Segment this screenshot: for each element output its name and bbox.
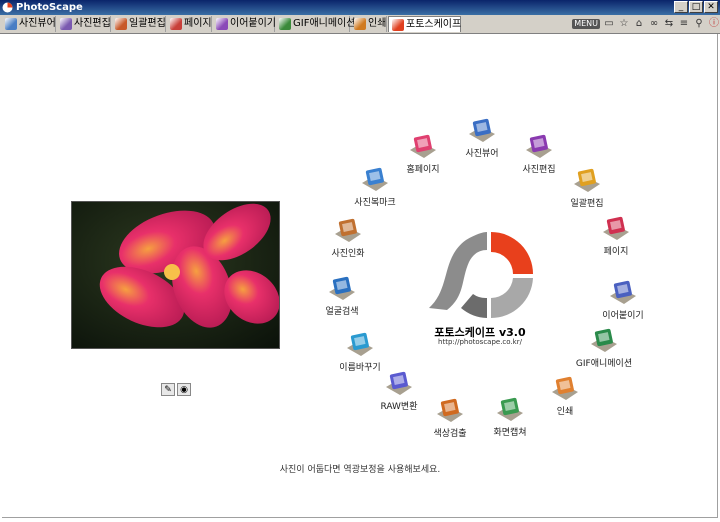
batch-editor-icon (572, 168, 602, 194)
tab-label: 페이지 (184, 18, 212, 29)
menu-card-graphic (437, 398, 463, 422)
screen-capture-icon (495, 397, 525, 423)
shuffle-icon[interactable]: ⇆ (663, 18, 675, 30)
menu-batch-editor[interactable]: 일괄편집 (551, 168, 623, 209)
menu-homepage[interactable]: 홈페이지 (387, 134, 459, 175)
photo-viewer-icon (467, 118, 497, 144)
pin-icon[interactable]: ⚲ (693, 18, 705, 30)
menu-face-search[interactable]: 얼굴검색 (306, 276, 378, 317)
tab-label: 일괄편집 (129, 18, 166, 29)
tab-bar: 사진뷰어 사진편집 일괄편집 페이지 이어붙이기 GIF애니메이션 인쇄 포토스… (0, 15, 720, 34)
star-icon[interactable]: ☆ (618, 18, 630, 30)
help-icon[interactable]: ⓘ (708, 18, 720, 30)
menu-card-graphic (574, 168, 600, 192)
photoscape-logo (429, 232, 533, 318)
window-icon[interactable]: ▭ (603, 18, 615, 30)
menu-card-graphic (362, 167, 388, 191)
page-icon (601, 216, 631, 242)
photoscape-icon (392, 19, 404, 31)
menu-card-graphic (603, 216, 629, 240)
close-button[interactable]: ✕ (704, 1, 718, 13)
maximize-button[interactable]: □ (689, 1, 703, 13)
menu-card-graphic (347, 332, 373, 356)
raw-converter-icon (384, 371, 414, 397)
window-title: PhotoScape (16, 2, 83, 13)
menu-rename[interactable]: 이름바꾸기 (324, 332, 396, 373)
print-icon (550, 376, 580, 402)
tab-photo-viewer[interactable]: 사진뷰어 (2, 16, 56, 32)
tab-gif-animation[interactable]: GIF애니메이션 (276, 16, 355, 32)
photo-controls: ✎ ◉ (161, 383, 191, 396)
photo-editor-icon (524, 134, 554, 160)
color-picker-icon (435, 398, 465, 424)
menu-card-graphic (410, 134, 436, 158)
gif-animation-icon (589, 328, 619, 354)
gif-icon (279, 18, 291, 30)
homepage-icon (408, 134, 438, 160)
tab-label: 이어붙이기 (230, 18, 276, 29)
menu-card-graphic (469, 118, 495, 142)
batch-icon (115, 18, 127, 30)
menu-card-graphic (526, 134, 552, 158)
view-eye-icon[interactable]: ◉ (177, 383, 191, 396)
flower-image (72, 202, 279, 348)
tab-photoscape-home[interactable]: 포토스케이프 (388, 16, 461, 32)
minimize-button[interactable]: _ (674, 1, 688, 13)
app-logo-icon (2, 2, 13, 13)
tab-combine[interactable]: 이어붙이기 (213, 16, 276, 32)
tab-page[interactable]: 페이지 (167, 16, 212, 32)
menu-button[interactable]: MENU (572, 19, 600, 29)
menu-gif-animation[interactable]: GIF애니메이션 (568, 328, 640, 369)
menu-combine[interactable]: 이어붙이기 (587, 280, 659, 321)
tab-print[interactable]: 인쇄 (351, 16, 387, 32)
combine-icon (608, 280, 638, 306)
tab-batch-editor[interactable]: 일괄편집 (112, 16, 166, 32)
home-icon[interactable]: ⌂ (633, 18, 645, 30)
tab-label: GIF애니메이션 (293, 18, 356, 29)
face-search-icon (327, 276, 357, 302)
menu-card-graphic (386, 371, 412, 395)
title-bar: PhotoScape _ □ ✕ (0, 0, 720, 15)
photo-preview (71, 201, 280, 349)
edit-photo-icon[interactable]: ✎ (161, 383, 175, 396)
menu-card-graphic (610, 280, 636, 304)
tab-photo-editor[interactable]: 사진편집 (57, 16, 111, 32)
menu-card-graphic (552, 376, 578, 400)
tab-label: 사진뷰어 (19, 18, 56, 29)
rename-icon (345, 332, 375, 358)
menu-card-graphic (497, 397, 523, 421)
menu-photo-print[interactable]: 사진인화 (312, 218, 384, 259)
tab-label: 인쇄 (368, 18, 387, 29)
bookmark-icon (360, 167, 390, 193)
editor-icon (60, 18, 72, 30)
combine-icon (216, 18, 228, 30)
window-controls: _ □ ✕ (674, 1, 718, 14)
brand-url[interactable]: http://photoscape.co.kr/ (410, 338, 550, 346)
tab-label: 사진편집 (74, 18, 111, 29)
list-icon[interactable]: ≡ (678, 18, 690, 30)
menu-card-graphic (591, 328, 617, 352)
tip-text: 사진이 어둡다면 역광보정을 사용해보세요. (279, 465, 441, 475)
menu-card-graphic (329, 276, 355, 300)
print-icon (354, 18, 366, 30)
tab-label: 포토스케이프 (406, 19, 462, 30)
photo-print-icon (333, 218, 363, 244)
viewer-icon (5, 18, 17, 30)
link-icon[interactable]: ∞ (648, 18, 660, 30)
menu-raw-converter[interactable]: RAW변환 (363, 371, 435, 412)
menu-page[interactable]: 페이지 (580, 216, 652, 257)
menu-card-graphic (335, 218, 361, 242)
toolbar-icons: MENU ▭ ☆ ⌂ ∞ ⇆ ≡ ⚲ ⓘ (572, 16, 720, 32)
page-icon (170, 18, 182, 30)
